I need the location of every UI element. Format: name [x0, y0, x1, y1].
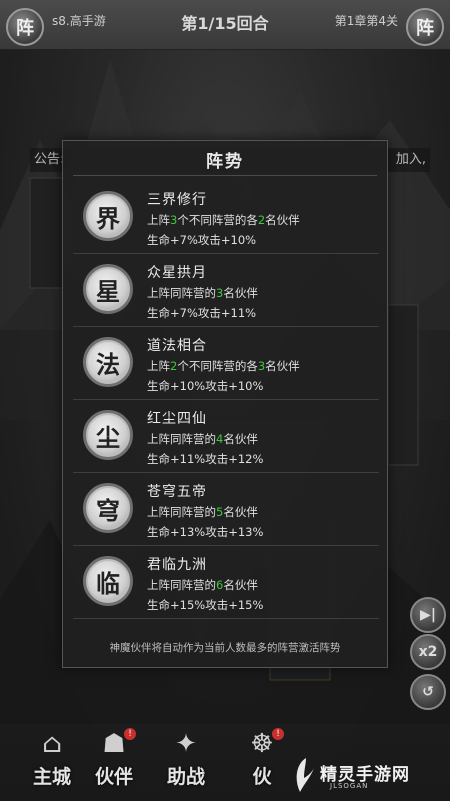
nav-item[interactable]: ☸ 伙 !: [232, 724, 292, 801]
formation-button-right[interactable]: 阵: [406, 8, 444, 46]
cond-part: 名伙伴: [265, 213, 300, 227]
formation-condition: 上阵同阵营的4名伙伴: [147, 431, 258, 447]
formation-badge-icon: 穹: [83, 483, 133, 533]
formation-row: 法 道法相合 上阵2个不同阵营的各3名伙伴 生命+10%攻击+10%: [73, 327, 379, 400]
formation-name: 众星拱月: [147, 265, 207, 281]
formation-bonus: 生命+13%攻击+13%: [147, 525, 264, 539]
notification-dot: !: [124, 728, 136, 740]
formation-badge-icon: 法: [83, 337, 133, 387]
cond-part: 上阵同阵营的: [147, 578, 216, 592]
formation-row: 星 众星拱月 上阵同阵营的3名伙伴 生命+7%攻击+11%: [73, 254, 379, 327]
formation-name: 苍穹五帝: [147, 484, 207, 500]
cond-part: 上阵同阵营的: [147, 286, 216, 300]
formation-condition: 上阵同阵营的5名伙伴: [147, 504, 258, 520]
speed-button[interactable]: x2: [410, 634, 446, 670]
formation-row: 尘 红尘四仙 上阵同阵营的4名伙伴 生命+11%攻击+12%: [73, 400, 379, 473]
cond-part: 名伙伴: [223, 505, 258, 519]
formation-condition: 上阵同阵营的6名伙伴: [147, 577, 258, 593]
nav-item[interactable]: ☗ 伙伴 !: [84, 724, 144, 801]
cond-part: 名伙伴: [265, 359, 300, 373]
title-divider: [73, 175, 377, 176]
formation-badge-icon: 界: [83, 191, 133, 241]
top-bar: 阵 s8.高手游 第1/15回合 第1章第4关 阵: [0, 0, 450, 50]
formation-condition: 上阵3个不同阵营的各2名伙伴: [147, 212, 300, 228]
formation-name: 三界修行: [147, 192, 207, 208]
site-watermark: 精灵手游网 JLSOGAN: [286, 752, 450, 801]
formation-badge-icon: 尘: [83, 410, 133, 460]
cond-part: 上阵同阵营的: [147, 432, 216, 446]
formation-list: 界 三界修行 上阵3个不同阵营的各2名伙伴 生命+7%攻击+10% 星 众星拱月…: [73, 181, 379, 619]
formation-row: 界 三界修行 上阵3个不同阵营的各2名伙伴 生命+7%攻击+10%: [73, 181, 379, 254]
speed-label: x2: [418, 644, 438, 660]
formation-bonus: 生命+7%攻击+10%: [147, 233, 257, 247]
back-icon: ↺: [422, 684, 434, 700]
nav-label: 助战: [166, 766, 205, 788]
nav-label: 伙: [252, 766, 272, 788]
nav-item[interactable]: ⌂ 主城: [22, 724, 82, 801]
announcement-suffix: 加入,: [395, 152, 426, 167]
back-button[interactable]: ↺: [410, 674, 446, 710]
formation-condition: 上阵同阵营的3名伙伴: [147, 285, 258, 301]
nav-label: 伙伴: [94, 766, 133, 788]
notification-dot: !: [272, 728, 284, 740]
watermark-logo-icon: [296, 758, 314, 792]
skip-button[interactable]: ▶|: [410, 597, 446, 633]
assist-icon: ✦: [175, 729, 197, 759]
formation-bonus: 生命+7%攻击+11%: [147, 306, 257, 320]
skip-icon: ▶|: [420, 607, 436, 623]
watermark-subtext: JLSOGAN: [330, 782, 369, 790]
cond-part: 名伙伴: [223, 432, 258, 446]
formation-row: 穹 苍穹五帝 上阵同阵营的5名伙伴 生命+13%攻击+13%: [73, 473, 379, 546]
castle-icon: ⌂: [42, 729, 62, 759]
nav-item[interactable]: ✦ 助战: [156, 724, 216, 801]
cond-part: 上阵: [147, 213, 170, 227]
formation-badge-icon: 临: [83, 556, 133, 606]
announcement-prefix: 公告:: [34, 152, 65, 167]
modal-footer-note: 神魔伙伴将自动作为当前人数最多的阵营激活阵势: [109, 642, 341, 654]
formation-bonus: 生命+10%攻击+10%: [147, 379, 264, 393]
cond-part: 个不同阵营的各: [177, 213, 258, 227]
formation-bonus: 生命+11%攻击+12%: [147, 452, 264, 466]
formation-bonus-modal: 阵势 界 三界修行 上阵3个不同阵营的各2名伙伴 生命+7%攻击+10% 星 众…: [62, 140, 388, 668]
formation-badge-icon: 星: [83, 264, 133, 314]
cond-part: 名伙伴: [223, 578, 258, 592]
chapter-label: 第1章第4关: [334, 14, 398, 28]
cond-part: 名伙伴: [223, 286, 258, 300]
nav-label: 主城: [32, 766, 71, 788]
formation-row: 临 君临九洲 上阵同阵营的6名伙伴 生命+15%攻击+15%: [73, 546, 379, 619]
formation-name: 君临九洲: [147, 557, 207, 573]
cond-part: 上阵: [147, 359, 170, 373]
formation-bonus: 生命+15%攻击+15%: [147, 598, 264, 612]
formation-name: 红尘四仙: [147, 411, 207, 427]
formation-name: 道法相合: [147, 338, 207, 354]
cond-part: 上阵同阵营的: [147, 505, 216, 519]
cond-part: 个不同阵营的各: [177, 359, 258, 373]
formation-condition: 上阵2个不同阵营的各3名伙伴: [147, 358, 300, 374]
modal-title: 阵势: [206, 152, 244, 172]
